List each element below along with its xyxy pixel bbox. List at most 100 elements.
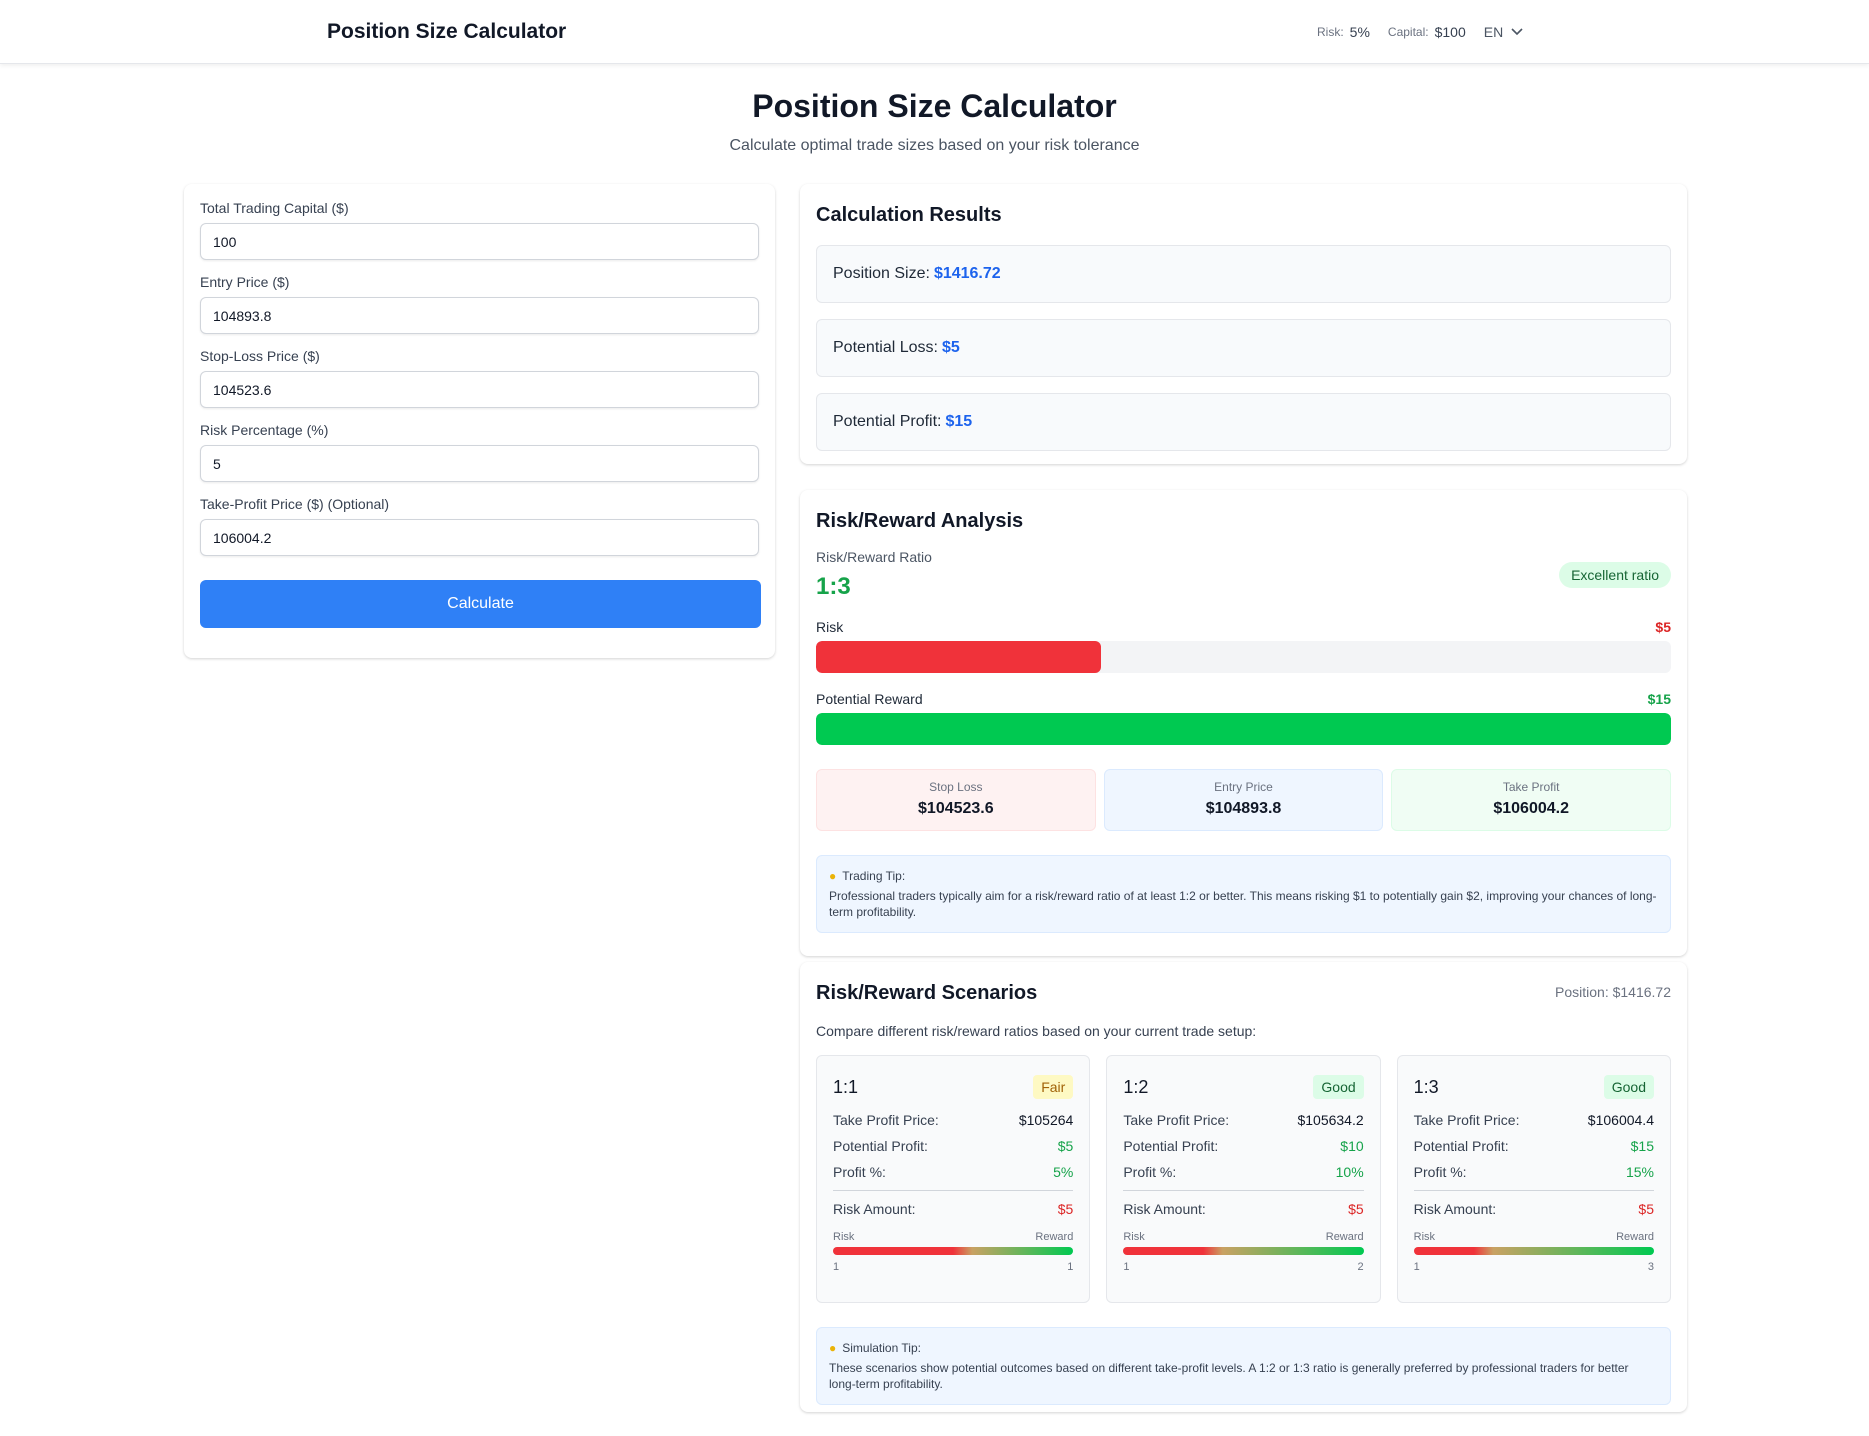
chevron-down-icon (1511, 28, 1523, 36)
risk-amount-value: $5 (1057, 1201, 1074, 1217)
scenario-list: 1:1 Fair Take Profit Price: $105264 Poten… (816, 1055, 1671, 1303)
position-size-row: Position Size: $1416.72 (816, 245, 1671, 303)
profit-pct-value: 10% (1335, 1164, 1364, 1180)
risk-number: 1 (1123, 1261, 1130, 1273)
risk-number: 1 (833, 1261, 840, 1273)
scenario-card: 1:3 Good Take Profit Price: $106004.4 Pot… (1396, 1055, 1671, 1303)
risk-bar-header: Risk $5 (816, 619, 1671, 635)
risk-bar-track (816, 641, 1671, 673)
scenario-card: 1:1 Fair Take Profit Price: $105264 Poten… (816, 1055, 1091, 1303)
calculate-button[interactable]: Calculate (200, 580, 761, 628)
risk-stat-value: 5% (1349, 24, 1370, 40)
take-profit-price-value: $105264 (1018, 1112, 1074, 1128)
risk-label: Risk (1413, 1231, 1436, 1243)
capital-stat-label: Capital: (1387, 25, 1429, 39)
scenarios-description: Compare different risk/reward ratios bas… (816, 1023, 1257, 1039)
ratio-badge: Excellent ratio (1559, 562, 1671, 588)
scenario-badge: Good (1603, 1075, 1654, 1099)
potential-loss-value: $5 (941, 339, 960, 356)
stop-loss-box-label: Stop Loss (929, 780, 983, 794)
profit-pct-label: Profit %: (1413, 1164, 1467, 1180)
page-subtitle: Calculate optimal trade sizes based on y… (729, 137, 1140, 154)
profit-pct-value: 5% (1053, 1164, 1074, 1180)
scenario-card: 1:2 Good Take Profit Price: $105634.2 Pot… (1106, 1055, 1381, 1303)
risk-amount-label: Risk Amount: (1413, 1201, 1497, 1217)
trading-tip-text: Professional traders typically aim for a… (829, 889, 1657, 919)
take-profit-price-label: Take Profit Price: (1413, 1112, 1520, 1128)
potential-profit-label: Potential Profit: (833, 413, 942, 430)
take-profit-label: Take-Profit Price ($) (Optional) (200, 496, 390, 512)
ratio-label: Risk/Reward Ratio (816, 549, 932, 565)
risk-amount-label: Risk Amount: (833, 1201, 916, 1217)
page-title: Position Size Calculator (752, 88, 1117, 124)
risk-reward-analysis: Risk/Reward Analysis Risk/Reward Ratio 1… (800, 490, 1687, 956)
reward-label: Reward (1035, 1231, 1074, 1243)
trading-tip: ● Trading Tip: Professional traders typi… (816, 855, 1671, 933)
reward-bar-fill (816, 713, 1671, 745)
simulation-tip-title: Simulation Tip: (842, 1341, 921, 1355)
entry-price-input[interactable] (200, 297, 759, 334)
capital-label: Total Trading Capital ($) (200, 200, 349, 216)
scenario-ratio: 1:2 (1123, 1076, 1149, 1097)
scenario-badge: Good (1313, 1075, 1364, 1099)
divider (1123, 1190, 1364, 1191)
profit-pct-label: Profit %: (833, 1164, 886, 1180)
risk-bar-value: $5 (1655, 619, 1671, 635)
entry-price-box-value: $104893.8 (1205, 800, 1282, 817)
divider (833, 1190, 1074, 1191)
reward-label: Reward (1616, 1231, 1654, 1243)
risk-stat-label: Risk: (1317, 25, 1344, 39)
capital-input[interactable] (200, 223, 759, 260)
language-selector[interactable]: EN (1484, 24, 1523, 40)
potential-profit-value: $10 (1340, 1138, 1364, 1154)
lightbulb-icon: ● (829, 1341, 837, 1355)
potential-loss-label: Potential Loss: (833, 339, 938, 356)
risk-reward-bar (833, 1247, 1074, 1255)
potential-profit-label: Potential Profit: (1413, 1138, 1509, 1154)
top-navbar: Position Size Calculator Risk: 5% Capita… (0, 0, 1869, 64)
scenarios-title: Risk/Reward Scenarios (816, 982, 1038, 1004)
simulation-tip: ● Simulation Tip: These scenarios show p… (816, 1327, 1671, 1405)
calculation-results: Calculation Results Position Size: $1416… (800, 184, 1687, 464)
reward-number: 3 (1647, 1261, 1654, 1273)
brand-title[interactable]: Position Size Calculator (327, 20, 566, 44)
scenario-ratio: 1:1 (833, 1076, 859, 1097)
risk-amount-value: $5 (1638, 1201, 1654, 1217)
take-profit-price-label: Take Profit Price: (833, 1112, 939, 1128)
take-profit-box-label: Take Profit (1502, 780, 1560, 794)
results-title: Calculation Results (816, 204, 1002, 226)
risk-percentage-label: Risk Percentage (%) (200, 422, 329, 438)
price-levels: Stop Loss $104523.6 Entry Price $104893.… (816, 769, 1672, 831)
header-stats: Risk: 5% Capital: $100 EN (1317, 24, 1523, 40)
risk-number: 1 (1413, 1261, 1420, 1273)
potential-profit-value: $15 (945, 413, 973, 430)
ratio-value: 1:3 (816, 573, 851, 600)
take-profit-price-label: Take Profit Price: (1123, 1112, 1230, 1128)
calculator-form: Total Trading Capital ($) Entry Price ($… (184, 184, 775, 658)
risk-amount-value: $5 (1348, 1201, 1364, 1217)
entry-price-box: Entry Price $104893.8 (1103, 769, 1384, 831)
potential-profit-label: Potential Profit: (833, 1138, 928, 1154)
profit-pct-value: 15% (1625, 1164, 1654, 1180)
risk-reward-bar (1413, 1247, 1654, 1255)
simulation-tip-text: These scenarios show potential outcomes … (829, 1361, 1629, 1391)
stop-loss-box-value: $104523.6 (918, 800, 994, 817)
reward-number: 2 (1357, 1261, 1364, 1273)
reward-bar-label: Potential Reward (816, 691, 923, 707)
risk-percentage-input[interactable] (200, 445, 759, 482)
entry-price-box-label: Entry Price (1214, 780, 1273, 794)
risk-label: Risk (1123, 1231, 1145, 1243)
trading-tip-title: Trading Tip: (842, 869, 906, 883)
entry-price-label: Entry Price ($) (200, 274, 290, 290)
scenarios-position: Position: $1416.72 (1555, 984, 1671, 1000)
stop-loss-input[interactable] (200, 371, 759, 408)
risk-reward-bar (1123, 1247, 1364, 1255)
analysis-title: Risk/Reward Analysis (816, 510, 1024, 532)
potential-profit-value: $15 (1630, 1138, 1654, 1154)
risk-reward-scenarios: Risk/Reward Scenarios Position: $1416.72… (800, 962, 1687, 1412)
risk-amount-label: Risk Amount: (1123, 1201, 1206, 1217)
position-size-label: Position Size: (833, 265, 930, 282)
take-profit-input[interactable] (200, 519, 759, 556)
risk-label: Risk (833, 1231, 855, 1243)
scenario-ratio: 1:3 (1413, 1076, 1439, 1097)
